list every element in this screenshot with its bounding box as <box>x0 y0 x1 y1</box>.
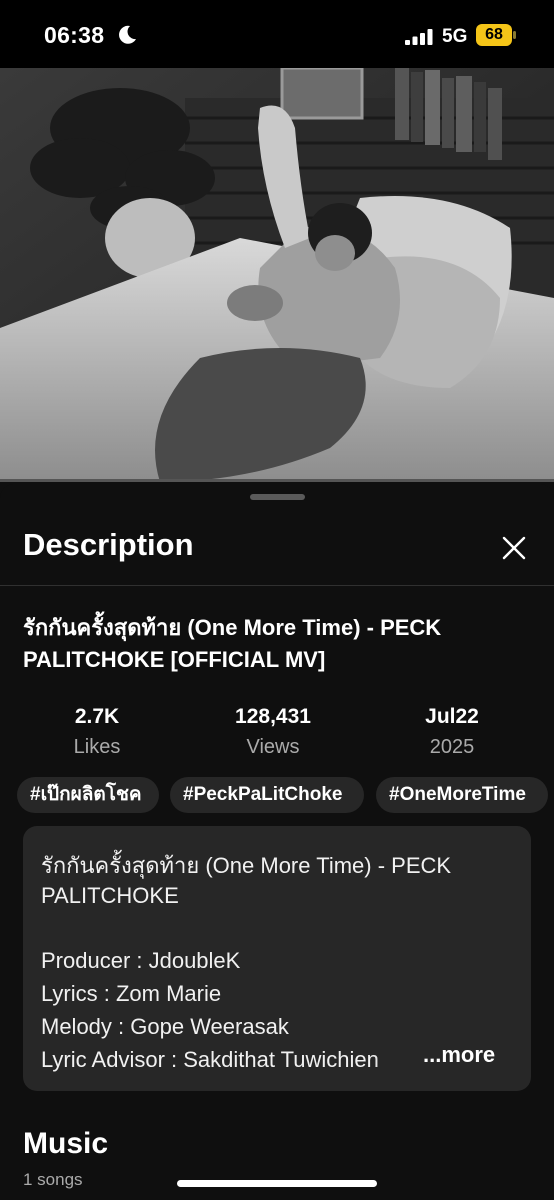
status-time: 06:38 <box>44 22 105 48</box>
description-line: Melody : Gope Weerasak <box>41 1014 289 1039</box>
music-song-count: 1 songs <box>23 1170 83 1189</box>
divider <box>0 585 554 586</box>
hashtag-chip[interactable]: #OneMoreTime <box>376 777 548 813</box>
publish-date: Jul22 <box>425 705 479 728</box>
home-indicator[interactable] <box>177 1180 377 1187</box>
hashtag-chip[interactable]: #PeckPaLitChoke <box>170 777 364 813</box>
description-line: รักกันครั้งสุดท้าย (One More Time) - PEC… <box>41 853 452 878</box>
likes-count: 2.7K <box>74 705 120 728</box>
description-text-box[interactable]: รักกันครั้งสุดท้าย (One More Time) - PEC… <box>23 826 531 1091</box>
moon-icon <box>119 25 136 44</box>
publish-year: 2025 <box>429 736 475 758</box>
show-more-button[interactable]: ...more <box>419 1042 496 1068</box>
description-line: PALITCHOKE <box>41 883 179 908</box>
battery-icon: 68 <box>476 24 516 46</box>
likes-label: Likes <box>73 736 121 758</box>
views-label: Views <box>246 736 300 758</box>
music-section-heading: Music <box>23 1127 109 1160</box>
close-icon <box>502 536 526 560</box>
drag-handle[interactable] <box>250 494 305 500</box>
close-button[interactable] <box>496 530 532 566</box>
description-line: Producer : JdoubleK <box>41 948 241 973</box>
video-player[interactable] <box>0 68 554 482</box>
panel-title: Description <box>23 527 194 562</box>
network-type: 5G <box>442 26 468 47</box>
battery-level: 68 <box>485 26 503 43</box>
likes-stat: 2.7K Likes <box>17 704 177 762</box>
hashtag-chip[interactable]: #เป๊กผลิตโชค <box>17 777 159 813</box>
date-stat: Jul22 2025 <box>372 704 532 762</box>
views-count: 128,431 <box>235 705 311 728</box>
description-line: Lyrics : Zom Marie <box>41 981 222 1006</box>
video-frame-image <box>0 68 554 482</box>
video-title: รักกันครั้งสุดท้าย (One More Time) - PEC… <box>23 615 442 672</box>
signal-bars-icon <box>405 29 433 45</box>
status-bar: 06:38 5G 68 <box>0 0 554 68</box>
description-line: Lyric Advisor : Sakdithat Tuwichien <box>41 1047 379 1072</box>
views-stat: 128,431 Views <box>193 704 353 762</box>
